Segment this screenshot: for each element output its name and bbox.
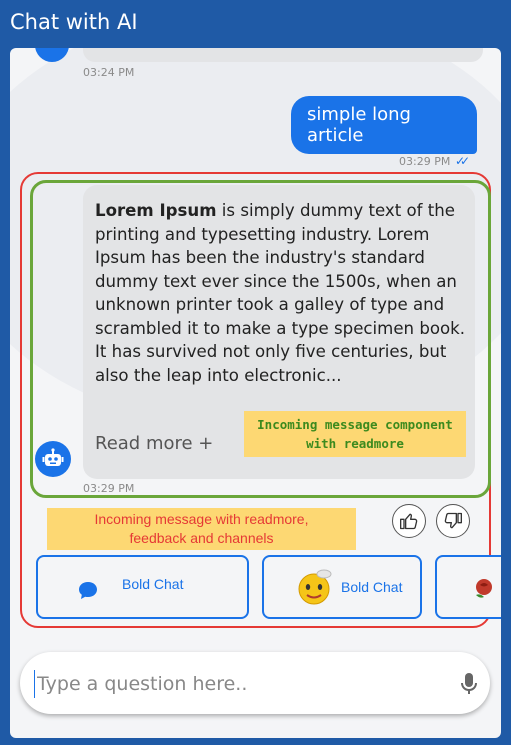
bot-avatar — [35, 441, 71, 477]
thumbs-down-icon — [444, 512, 462, 529]
component-annotation-line1: Incoming message component — [257, 417, 453, 432]
outgoing-message-text: simple long article — [307, 104, 411, 146]
composer-bar — [20, 652, 490, 714]
channel-label: Bold Chat — [341, 579, 403, 595]
read-more-link[interactable]: Read more + — [95, 433, 213, 454]
outgoing-message-bubble: simple long article — [291, 96, 477, 154]
read-receipt-icon: ✓✓ — [455, 154, 470, 168]
outgoing-message-time: 03:29 PM — [399, 155, 451, 168]
incoming-message-time: 03:29 PM — [83, 482, 135, 495]
rose-icon — [476, 579, 492, 598]
app-title: Chat with AI — [10, 10, 138, 34]
thumbs-up-icon — [400, 513, 418, 530]
previous-message-time: 03:24 PM — [83, 66, 135, 79]
chat-panel[interactable]: 03:24 PM simple long article 03:29 PM ✓✓… — [10, 48, 501, 738]
component-annotation-line2: with readmore — [306, 436, 404, 451]
previous-message-bubble — [83, 48, 483, 62]
channel-card-bold-chat-1[interactable]: Bold Chat — [36, 555, 249, 619]
incoming-message-body: is simply dummy text of the printing and… — [95, 201, 466, 385]
thumbs-down-button[interactable] — [436, 504, 470, 538]
channel-label: Bold Chat — [122, 576, 184, 592]
incoming-message-bold: Lorem Ipsum — [95, 201, 217, 220]
group-annotation: Incoming message with readmore, feedback … — [47, 508, 356, 550]
incoming-message-text: Lorem Ipsum is simply dummy text of the … — [95, 199, 467, 387]
channel-card-bold-chat-2[interactable]: Bold Chat — [262, 555, 422, 619]
robot-icon — [42, 448, 64, 466]
group-annotation-line1: Incoming message with readmore, — [94, 511, 309, 527]
question-input[interactable] — [34, 670, 429, 698]
component-annotation: Incoming message component with readmore — [244, 411, 466, 457]
speech-bubble-icon — [79, 582, 97, 599]
emoji-face-icon — [298, 569, 332, 605]
channel-card-partial[interactable] — [435, 555, 501, 619]
thumbs-up-button[interactable] — [392, 504, 426, 538]
group-annotation-line2: feedback and channels — [129, 530, 274, 546]
microphone-icon[interactable] — [460, 672, 478, 696]
